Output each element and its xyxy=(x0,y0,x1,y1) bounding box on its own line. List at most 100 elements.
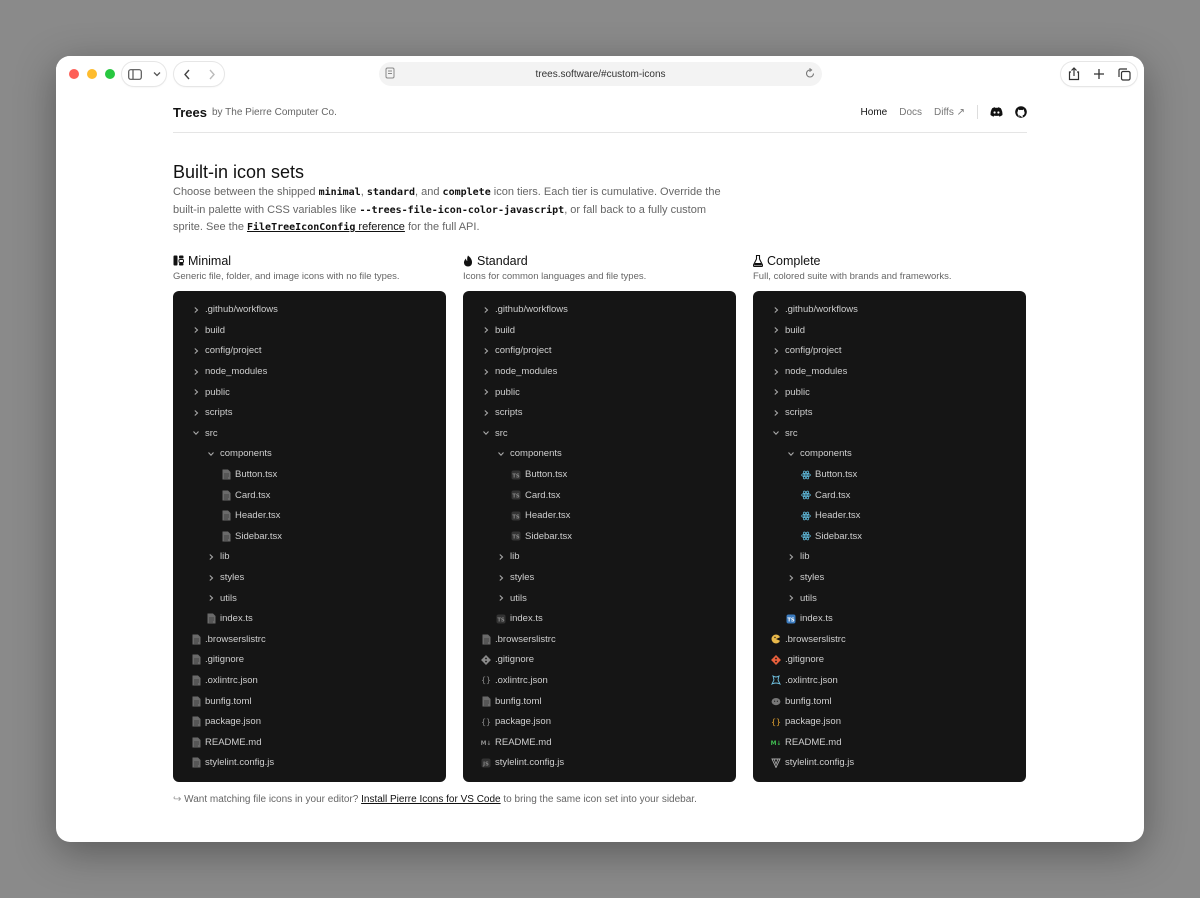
share-icon[interactable] xyxy=(1068,67,1080,81)
tree-folder-row[interactable]: src xyxy=(753,423,1026,444)
tree-folder-row[interactable]: config/project xyxy=(753,341,1026,362)
tree-folder-row[interactable]: build xyxy=(753,320,1026,341)
discord-icon[interactable] xyxy=(990,107,1003,117)
tree-file-row[interactable]: stylelint.config.js xyxy=(753,753,1026,774)
tree-item-label: public xyxy=(785,386,810,398)
tree-folder-row[interactable]: .github/workflows xyxy=(173,300,446,321)
tree-file-row[interactable]: M↓ README.md xyxy=(753,732,1026,753)
tree-file-row[interactable]: .browserslistrc xyxy=(753,629,1026,650)
tree-folder-row[interactable]: scripts xyxy=(173,402,446,423)
tree-folder-row[interactable]: build xyxy=(173,320,446,341)
tree-file-row[interactable]: Button.tsx xyxy=(753,464,1026,485)
tree-folder-row[interactable]: utils xyxy=(463,588,736,609)
nav-link-docs[interactable]: Docs xyxy=(899,107,922,118)
tree-folder-row[interactable]: styles xyxy=(753,567,1026,588)
tree-folder-row[interactable]: components xyxy=(463,444,736,465)
tree-folder-row[interactable]: .github/workflows xyxy=(753,300,1026,321)
tree-folder-row[interactable]: public xyxy=(463,382,736,403)
github-icon[interactable] xyxy=(1015,106,1027,118)
tree-file-row[interactable]: index.ts xyxy=(173,608,446,629)
tree-file-row[interactable]: .oxlintrc.json xyxy=(173,670,446,691)
tree-folder-row[interactable]: utils xyxy=(173,588,446,609)
tree-folder-row[interactable]: config/project xyxy=(173,341,446,362)
nav-link-diffs[interactable]: Diffs ↗ xyxy=(934,107,965,118)
tree-file-row[interactable]: Sidebar.tsx xyxy=(173,526,446,547)
tree-file-row[interactable]: Header.tsx xyxy=(173,505,446,526)
icon-set-title-text: Standard xyxy=(477,253,528,268)
tree-item-label: node_modules xyxy=(785,366,848,378)
tree-file-row[interactable]: bunfig.toml xyxy=(463,691,736,712)
minimize-window-button[interactable] xyxy=(87,69,97,79)
tree-folder-row[interactable]: public xyxy=(753,382,1026,403)
browser-toolbar: trees.software/#custom-icons xyxy=(56,56,1144,92)
tree-file-row[interactable]: TS Header.tsx xyxy=(463,505,736,526)
tree-file-row[interactable]: stylelint.config.js xyxy=(173,753,446,774)
tree-file-row[interactable]: {} package.json xyxy=(753,711,1026,732)
nav-link-home[interactable]: Home xyxy=(861,107,888,118)
tree-folder-row[interactable]: src xyxy=(463,423,736,444)
tree-folder-row[interactable]: lib xyxy=(173,547,446,568)
tree-folder-row[interactable]: scripts xyxy=(463,402,736,423)
tree-folder-row[interactable]: build xyxy=(463,320,736,341)
tree-file-row[interactable]: TS Sidebar.tsx xyxy=(463,526,736,547)
tree-file-row[interactable]: package.json xyxy=(173,711,446,732)
tree-folder-row[interactable]: components xyxy=(753,444,1026,465)
tabs-overview-icon[interactable] xyxy=(1117,67,1131,81)
tree-folder-row[interactable]: config/project xyxy=(463,341,736,362)
tree-folder-row[interactable]: .github/workflows xyxy=(463,300,736,321)
tree-file-row[interactable]: Button.tsx xyxy=(173,464,446,485)
doc-file-icon xyxy=(481,634,491,645)
tree-file-row[interactable]: {} .oxlintrc.json xyxy=(463,670,736,691)
tree-file-row[interactable]: Sidebar.tsx xyxy=(753,526,1026,547)
tree-folder-row[interactable]: lib xyxy=(463,547,736,568)
tree-file-row[interactable]: .gitignore xyxy=(753,650,1026,671)
zoom-window-button[interactable] xyxy=(105,69,115,79)
address-bar[interactable]: trees.software/#custom-icons xyxy=(379,62,822,86)
tree-file-row[interactable]: .browserslistrc xyxy=(463,629,736,650)
chevron-right-icon xyxy=(481,346,491,356)
tree-folder-row[interactable]: scripts xyxy=(753,402,1026,423)
browser-actions xyxy=(1061,62,1137,86)
tree-file-row[interactable]: Header.tsx xyxy=(753,505,1026,526)
tree-folder-row[interactable]: node_modules xyxy=(753,361,1026,382)
tree-folder-row[interactable]: src xyxy=(173,423,446,444)
tree-file-row[interactable]: TS index.ts xyxy=(463,608,736,629)
tree-folder-row[interactable]: lib xyxy=(753,547,1026,568)
tree-file-row[interactable]: .gitignore xyxy=(463,650,736,671)
tree-file-row[interactable]: TS index.ts xyxy=(753,608,1026,629)
file-icon xyxy=(191,696,201,707)
sidebar-toggle-button[interactable] xyxy=(122,62,166,86)
tree-folder-row[interactable]: components xyxy=(173,444,446,465)
tree-file-row[interactable]: Card.tsx xyxy=(173,485,446,506)
tree-file-row[interactable]: bunfig.toml xyxy=(173,691,446,712)
tree-folder-row[interactable]: utils xyxy=(753,588,1026,609)
tree-file-row[interactable]: JS stylelint.config.js xyxy=(463,753,736,774)
tree-file-row[interactable]: README.md xyxy=(173,732,446,753)
tree-folder-row[interactable]: node_modules xyxy=(173,361,446,382)
tree-file-row[interactable]: .oxlintrc.json xyxy=(753,670,1026,691)
forward-icon[interactable] xyxy=(208,69,216,80)
tree-item-label: utils xyxy=(510,592,527,604)
tree-file-row[interactable]: TS Button.tsx xyxy=(463,464,736,485)
reader-icon[interactable] xyxy=(385,67,397,80)
tree-file-row[interactable]: .gitignore xyxy=(173,650,446,671)
tree-file-row[interactable]: M↓ README.md xyxy=(463,732,736,753)
chevron-right-icon xyxy=(191,305,201,315)
new-tab-icon[interactable] xyxy=(1093,68,1105,80)
tree-file-row[interactable]: Card.tsx xyxy=(753,485,1026,506)
tree-file-row[interactable]: .browserslistrc xyxy=(173,629,446,650)
tree-folder-row[interactable]: public xyxy=(173,382,446,403)
tree-folder-row[interactable]: node_modules xyxy=(463,361,736,382)
install-icons-link[interactable]: Install Pierre Icons for VS Code xyxy=(361,794,501,805)
reload-icon[interactable] xyxy=(804,67,816,80)
tree-file-row[interactable]: TS Card.tsx xyxy=(463,485,736,506)
tree-folder-row[interactable]: styles xyxy=(173,567,446,588)
back-icon[interactable] xyxy=(183,69,191,80)
close-window-button[interactable] xyxy=(69,69,79,79)
tree-file-row[interactable]: {} package.json xyxy=(463,711,736,732)
site-brand[interactable]: Trees xyxy=(173,105,207,120)
reference-link[interactable]: FileTreeIconConfig reference xyxy=(247,221,405,233)
tree-folder-row[interactable]: styles xyxy=(463,567,736,588)
tree-item-label: components xyxy=(220,448,272,460)
tree-file-row[interactable]: bunfig.toml xyxy=(753,691,1026,712)
